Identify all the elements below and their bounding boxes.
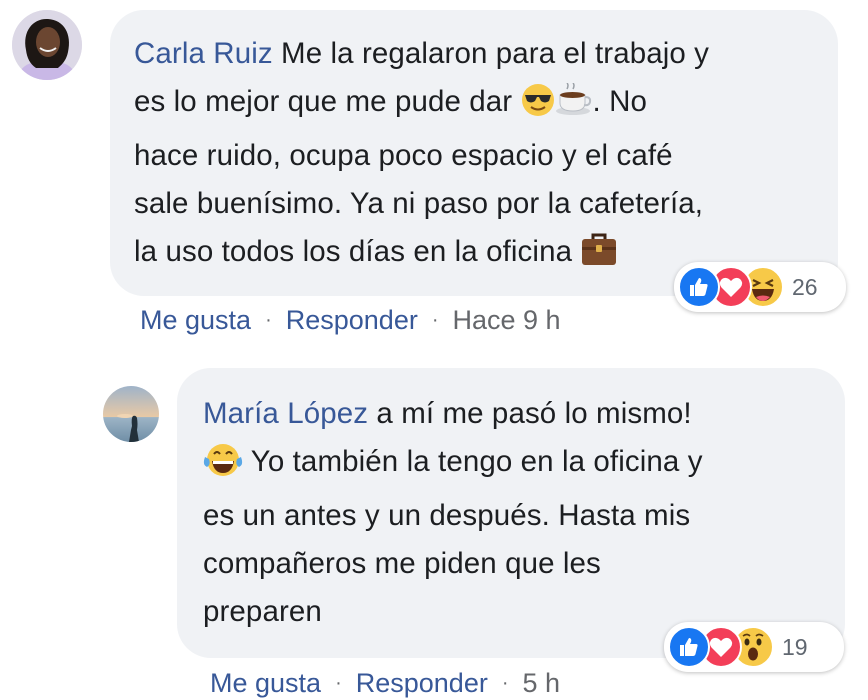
- separator: ·: [265, 309, 272, 331]
- reactions-summary[interactable]: 19: [664, 622, 844, 672]
- separator: ·: [335, 672, 342, 694]
- comment-text: Me la regalaron para el trabajo y: [281, 37, 710, 70]
- like-reaction-icon: [678, 266, 720, 308]
- like-link[interactable]: Me gusta: [140, 305, 251, 336]
- reactions-summary[interactable]: 26: [674, 262, 846, 312]
- coffee-emoji: [555, 82, 593, 132]
- avatar[interactable]: [12, 10, 82, 80]
- comment-text: sale buenísimo. Ya ni paso por la cafete…: [134, 187, 704, 220]
- comment-text: a mí me pasó lo mismo!: [376, 397, 692, 430]
- comment-author[interactable]: María López: [203, 397, 368, 430]
- reaction-count: 26: [792, 273, 818, 300]
- reaction-count: 19: [782, 633, 808, 660]
- comment-author[interactable]: Carla Ruiz: [134, 37, 273, 70]
- separator: ·: [431, 309, 439, 331]
- comment-bubble: María López a mí me pasó lo mismo! Yo ta…: [177, 368, 845, 658]
- reply-link[interactable]: Responder: [356, 668, 488, 699]
- timestamp[interactable]: Hace 9 h: [453, 305, 561, 336]
- sunglasses-emoji: [521, 83, 555, 132]
- like-link[interactable]: Me gusta: [210, 668, 321, 699]
- comment-text: es lo mejor que me pude dar: [134, 85, 513, 118]
- tears-of-joy-emoji: [203, 443, 243, 492]
- profile-photo: [12, 10, 82, 80]
- profile-photo: [103, 386, 159, 442]
- comment-text: Yo también la tengo en la oficina y: [250, 445, 703, 478]
- like-reaction-icon: [668, 626, 710, 668]
- comment-text: compañeros me piden que les: [203, 547, 601, 580]
- comment-text: es un antes y un después. Hasta mis: [203, 499, 691, 532]
- comment-text: . No: [592, 85, 648, 118]
- comment-actions: Me gusta · Responder · Hace 9 h: [140, 305, 561, 336]
- timestamp[interactable]: 5 h: [523, 668, 561, 699]
- separator: ·: [501, 672, 509, 694]
- briefcase-emoji: [580, 231, 618, 282]
- comment-bubble: Carla Ruiz Me la regalaron para el traba…: [110, 10, 838, 296]
- comment-text: hace ruido, ocupa poco espacio y el café: [134, 139, 673, 172]
- comment-text: la uso todos los días en la oficina: [134, 235, 573, 268]
- comment-actions: Me gusta · Responder · 5 h: [210, 668, 560, 699]
- avatar[interactable]: [103, 386, 159, 442]
- reply-link[interactable]: Responder: [286, 305, 418, 336]
